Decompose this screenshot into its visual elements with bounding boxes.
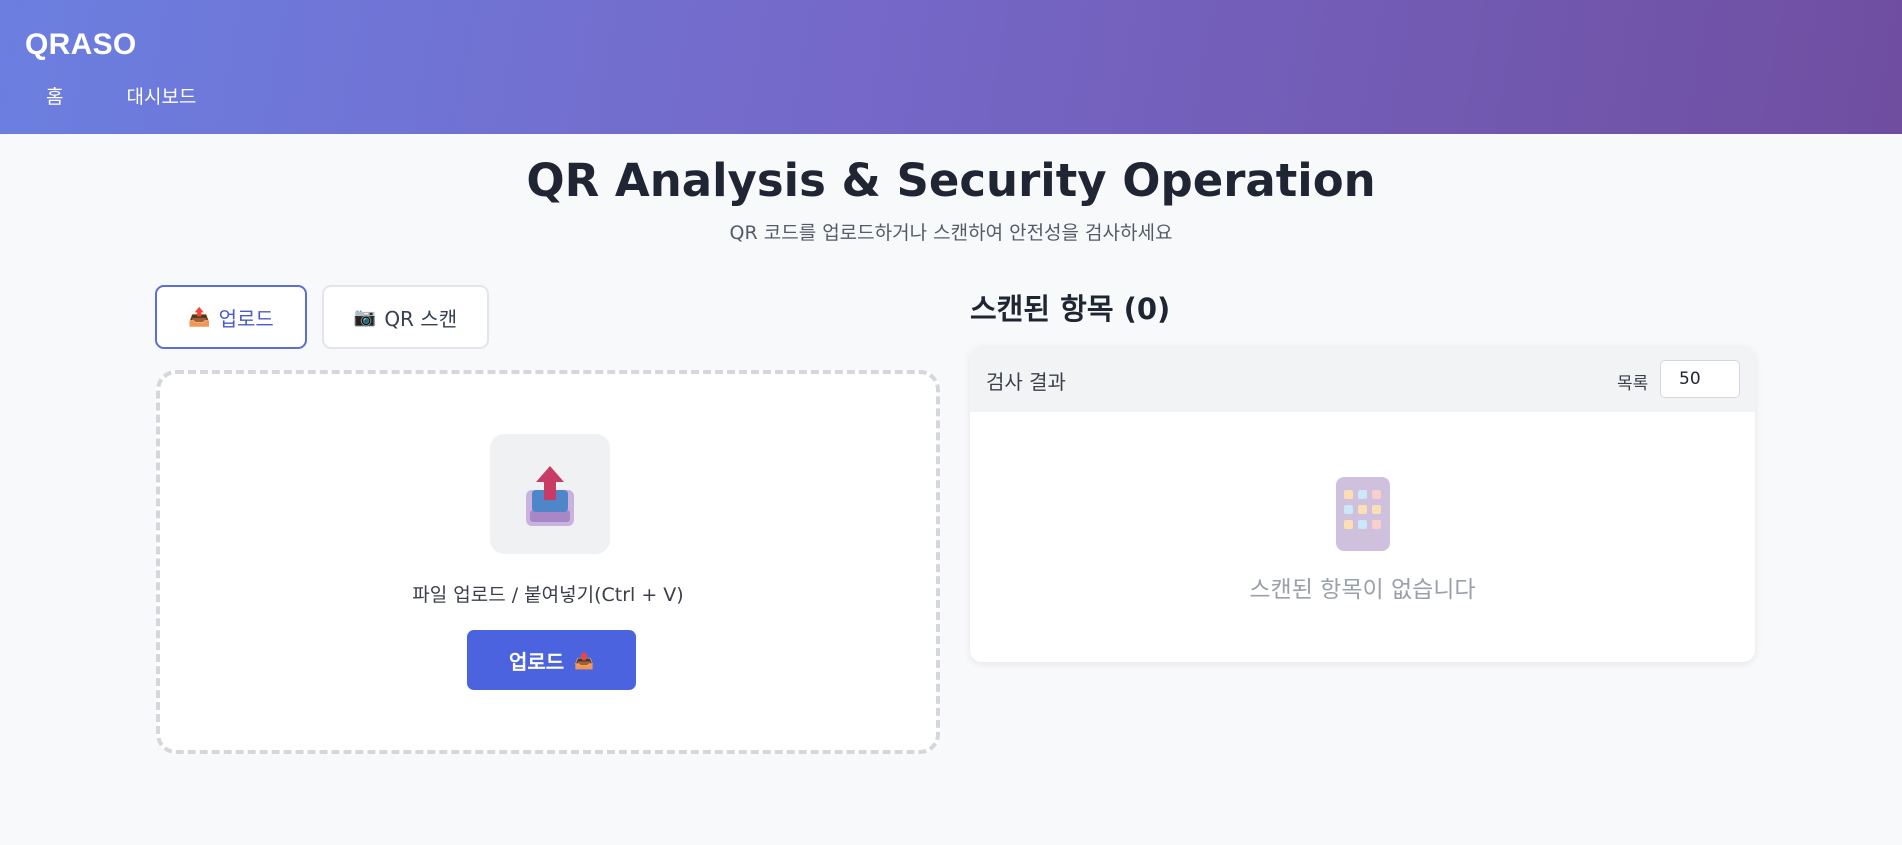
scanned-items-title: 스캔된 항목 (0) bbox=[970, 292, 1171, 326]
empty-state-message: 스캔된 항목이 없습니다 bbox=[1249, 577, 1476, 603]
nav-home-link[interactable]: 홈 bbox=[46, 82, 63, 109]
tab-upload[interactable]: 📤 업로드 bbox=[155, 285, 307, 349]
results-header-label: 검사 결과 bbox=[986, 370, 1066, 394]
upload-tray-icon bbox=[526, 466, 574, 526]
upload-illustration bbox=[490, 434, 610, 554]
list-limit-input[interactable] bbox=[1660, 360, 1740, 398]
outbox-tray-icon: 📤 bbox=[188, 306, 211, 328]
page-title: QR Analysis & Security Operation bbox=[526, 154, 1376, 207]
mobile-phone-icon bbox=[1336, 477, 1390, 551]
results-header: 검사 결과 목록 bbox=[970, 346, 1755, 412]
page-subtitle: QR 코드를 업로드하거나 스캔하여 안전성을 검사하세요 bbox=[729, 222, 1173, 244]
list-limit-label: 목록 bbox=[1617, 374, 1649, 394]
tab-qr-scan[interactable]: 📷 QR 스캔 bbox=[322, 285, 489, 349]
camera-icon: 📷 bbox=[353, 306, 377, 328]
brand-logo[interactable]: QRASO bbox=[25, 28, 137, 62]
results-panel: 검사 결과 목록 스캔된 항목이 없습니다 bbox=[970, 346, 1755, 662]
upload-button[interactable]: 업로드 📤 bbox=[467, 630, 636, 690]
upload-button-label: 업로드 bbox=[508, 649, 565, 674]
outbox-tray-icon: 📤 bbox=[574, 650, 595, 670]
main-nav: 홈 대시보드 bbox=[46, 82, 196, 109]
file-drop-zone[interactable]: 파일 업로드 / 붙여넣기(Ctrl + V) 업로드 📤 bbox=[156, 370, 940, 754]
nav-dashboard-link[interactable]: 대시보드 bbox=[126, 82, 196, 109]
tab-qr-scan-label: QR 스캔 bbox=[384, 306, 458, 331]
top-header: QRASO 홈 대시보드 bbox=[0, 0, 1902, 134]
tab-upload-label: 업로드 bbox=[218, 306, 274, 331]
upload-instruction: 파일 업로드 / 붙여넣기(Ctrl + V) bbox=[412, 584, 684, 606]
